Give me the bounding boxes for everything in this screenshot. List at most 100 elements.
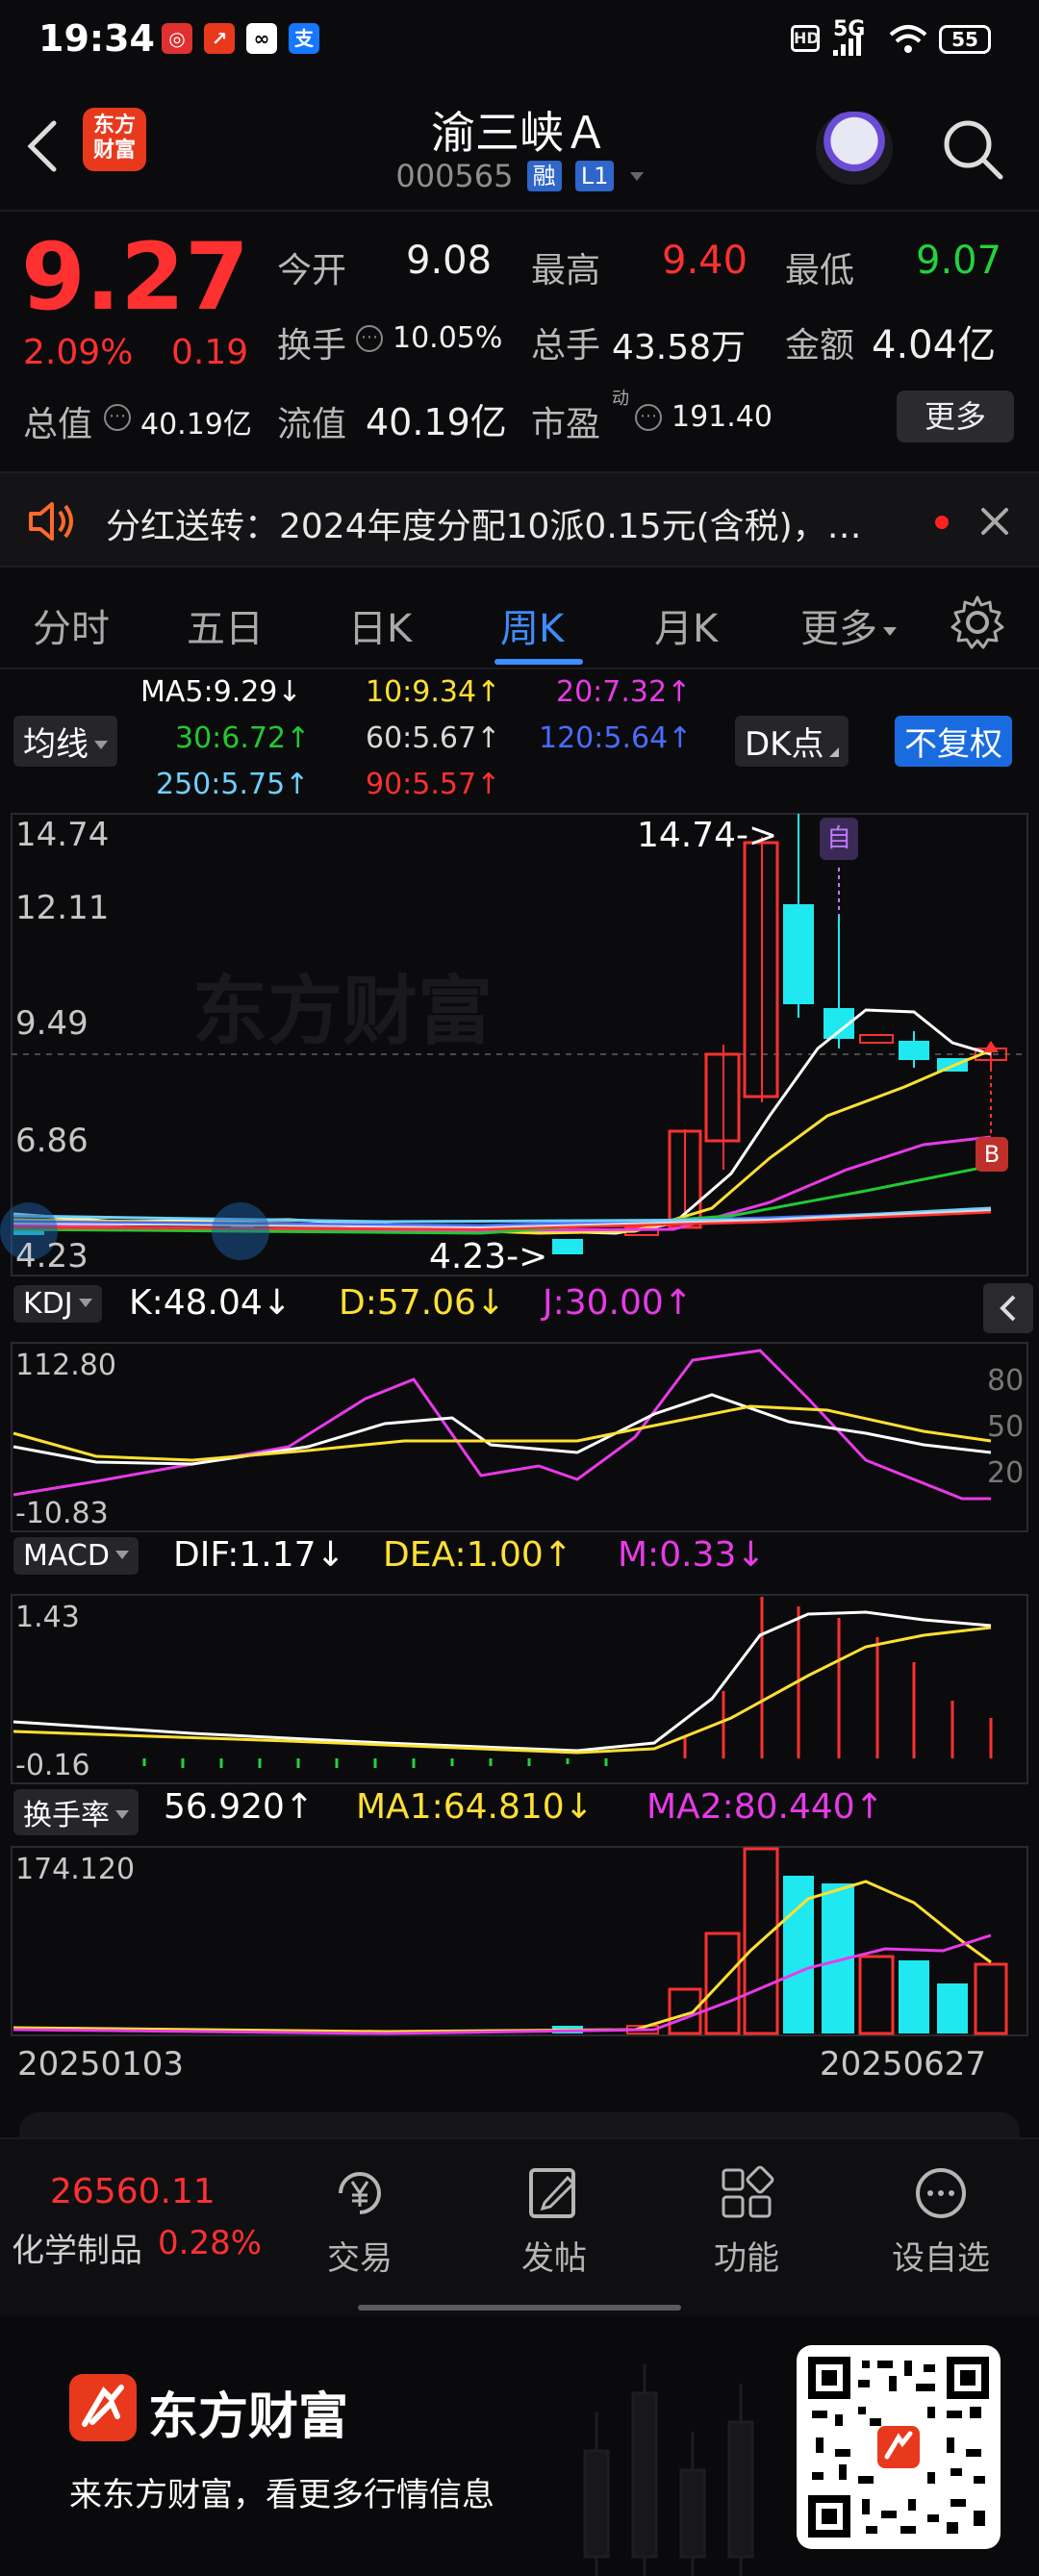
macd-dea: DEA:1.00↑ xyxy=(383,1535,572,1575)
macd-selector-label: MACD xyxy=(23,1539,110,1573)
search-icon[interactable] xyxy=(939,115,1006,183)
chevron-down-icon xyxy=(629,172,644,181)
tab-weekly-k[interactable]: 周K xyxy=(500,597,564,653)
x-axis-start: 20250103 xyxy=(17,2045,185,2084)
buy-marker[interactable]: B xyxy=(976,1137,1008,1172)
turnover-ma1: MA1:64.810↓ xyxy=(356,1787,594,1827)
qr-code-icon xyxy=(808,2357,989,2538)
open-value: 9.08 xyxy=(406,239,493,283)
open-label: 今开 xyxy=(277,251,347,290)
stock-header: 东方 财富 渝三峡Ａ 000565 融 L1 xyxy=(0,77,1039,212)
nav-trade[interactable]: 交易 xyxy=(264,2139,456,2317)
chevron-down-icon xyxy=(883,627,897,636)
chevron-down-icon xyxy=(115,1810,129,1819)
kdj-selector[interactable]: KDJ xyxy=(13,1285,102,1323)
period-tabs: 分时 五日 日K 周K 月K 更多 xyxy=(0,572,1039,669)
dk-point-label: DK点 xyxy=(745,725,824,764)
tab-monthly-k[interactable]: 月K xyxy=(654,597,718,653)
kdj-panel[interactable]: KDJ K:48.04↓ D:57.06↓ J:30.00↑ 112.80 -1… xyxy=(0,1283,1039,1533)
download-qr-code[interactable] xyxy=(797,2345,1001,2549)
dividend-notice-bar[interactable]: 分红送转：2024年度分配10派0.15元(含税)，… xyxy=(0,471,1039,568)
turnover-y-top: 174.120 xyxy=(15,1853,136,1886)
speaker-icon xyxy=(29,502,73,541)
ma5-value: MA5:9.29↓ xyxy=(140,675,302,709)
kdj-d: D:57.06↓ xyxy=(339,1283,506,1323)
tab-intraday[interactable]: 分时 xyxy=(33,597,110,653)
price-adjust-button[interactable]: 不复权 xyxy=(895,716,1012,767)
level-tag: L1 xyxy=(574,161,615,191)
kdj-level-20: 20 xyxy=(987,1456,1025,1490)
nav-add-watchlist[interactable]: 设自选 xyxy=(845,2139,1037,2317)
divider xyxy=(0,668,1039,669)
sector-name: 化学制品 xyxy=(12,2232,142,2270)
nav-trade-label: 交易 xyxy=(327,2239,393,2278)
apps-grid-icon xyxy=(722,2165,774,2218)
nav-post[interactable]: 发帖 xyxy=(458,2139,650,2317)
info-icon[interactable]: ⋯ xyxy=(356,325,383,352)
kline-y-label: 6.86 xyxy=(15,1122,89,1160)
volume-value: 43.58万 xyxy=(612,328,747,367)
macd-panel[interactable]: MACD DIF:1.17↓ DEA:1.00↑ M:0.33↓ 1.43 -0… xyxy=(0,1535,1039,1785)
collapse-panel-button[interactable] xyxy=(983,1283,1033,1333)
chart-watermark: 东方财富 xyxy=(192,969,493,1055)
kdj-level-80: 80 xyxy=(987,1364,1025,1398)
ma30-value: 30:6.72↑ xyxy=(175,721,311,755)
collapsed-news-card[interactable] xyxy=(19,2112,1020,2137)
float-value: 40.19亿 xyxy=(366,401,507,443)
kdj-k: K:48.04↓ xyxy=(129,1283,291,1323)
kdj-selector-label: KDJ xyxy=(23,1287,73,1321)
ma10-value: 10:9.34↑ xyxy=(366,675,501,709)
mktcap-value: 40.19亿 xyxy=(140,408,252,442)
low-value: 9.07 xyxy=(916,239,1002,283)
more-button[interactable]: 更多 xyxy=(897,391,1014,442)
close-icon[interactable] xyxy=(977,504,1012,539)
gear-icon[interactable] xyxy=(949,593,1006,651)
eastmoney-notification-icon: ↗ xyxy=(204,23,235,54)
footer-slogan: 来东方财富，看更多行情信息 xyxy=(69,2476,494,2514)
change-pct: 2.09% xyxy=(23,333,134,372)
pe-value: 191.40 xyxy=(672,400,773,434)
divider xyxy=(0,210,1039,212)
logo-mark xyxy=(82,2385,124,2427)
battery-icon: 55 xyxy=(939,25,991,54)
ma90-value: 90:5.57↑ xyxy=(366,768,501,801)
chevron-down-icon xyxy=(114,1551,129,1559)
turnover-value: 56.920↑ xyxy=(164,1787,315,1827)
amount-label: 金额 xyxy=(785,326,855,366)
kdj-level-50: 50 xyxy=(987,1410,1025,1444)
chevron-down-icon xyxy=(78,1299,92,1307)
self-marker[interactable]: 自 xyxy=(820,818,858,860)
turnover-selector-label: 换手率 xyxy=(23,1799,110,1832)
macd-selector[interactable]: MACD xyxy=(13,1537,139,1575)
status-bar: 19:34 ◎ ↗ ∞ 支 HD 5G 55 xyxy=(0,0,1039,77)
ma20-value: 20:7.32↑ xyxy=(556,675,692,709)
turnover-rate-panel[interactable]: 换手率 56.920↑ MA1:64.810↓ MA2:80.440↑ 174.… xyxy=(0,1787,1039,2037)
kline-y-label: 4.23 xyxy=(15,1237,89,1275)
sector-index[interactable]: 26560.11 化学制品 0.28% xyxy=(0,2139,269,2317)
pe-label: 市盈 xyxy=(531,405,601,444)
app-notification-icon: ∞ xyxy=(246,23,277,54)
info-icon[interactable]: ⋯ xyxy=(635,404,662,431)
turnover-selector[interactable]: 换手率 xyxy=(13,1789,139,1835)
high-label: 最高 xyxy=(531,251,601,290)
kdj-y-top: 112.80 xyxy=(15,1349,116,1382)
macd-y-bottom: -0.16 xyxy=(15,1749,90,1782)
tab-five-day[interactable]: 五日 xyxy=(187,597,264,653)
kline-chart[interactable]: 东方财富 14.74 12.11 9.49 6.86 4.23 14.74-> … xyxy=(0,808,1039,1279)
ma-selector[interactable]: 均线 xyxy=(13,716,117,767)
info-icon[interactable]: ⋯ xyxy=(104,404,131,431)
kdj-canvas xyxy=(11,1342,1028,1532)
nav-functions[interactable]: 功能 xyxy=(650,2139,843,2317)
dk-point-selector[interactable]: DK点 xyxy=(735,716,849,767)
robot-avatar-icon[interactable] xyxy=(816,112,893,185)
macd-y-top: 1.43 xyxy=(15,1601,80,1634)
pe-dynamic-mark: 动 xyxy=(612,389,629,409)
tab-more[interactable]: 更多 xyxy=(800,597,897,653)
tab-daily-k[interactable]: 日K xyxy=(348,597,412,653)
kdj-y-bottom: -10.83 xyxy=(15,1497,109,1530)
sector-change: 0.28% xyxy=(158,2224,263,2262)
chevron-down-icon xyxy=(94,741,108,749)
low-label: 最低 xyxy=(785,251,855,290)
active-tab-indicator xyxy=(494,659,583,665)
nav-post-label: 发帖 xyxy=(521,2239,587,2278)
